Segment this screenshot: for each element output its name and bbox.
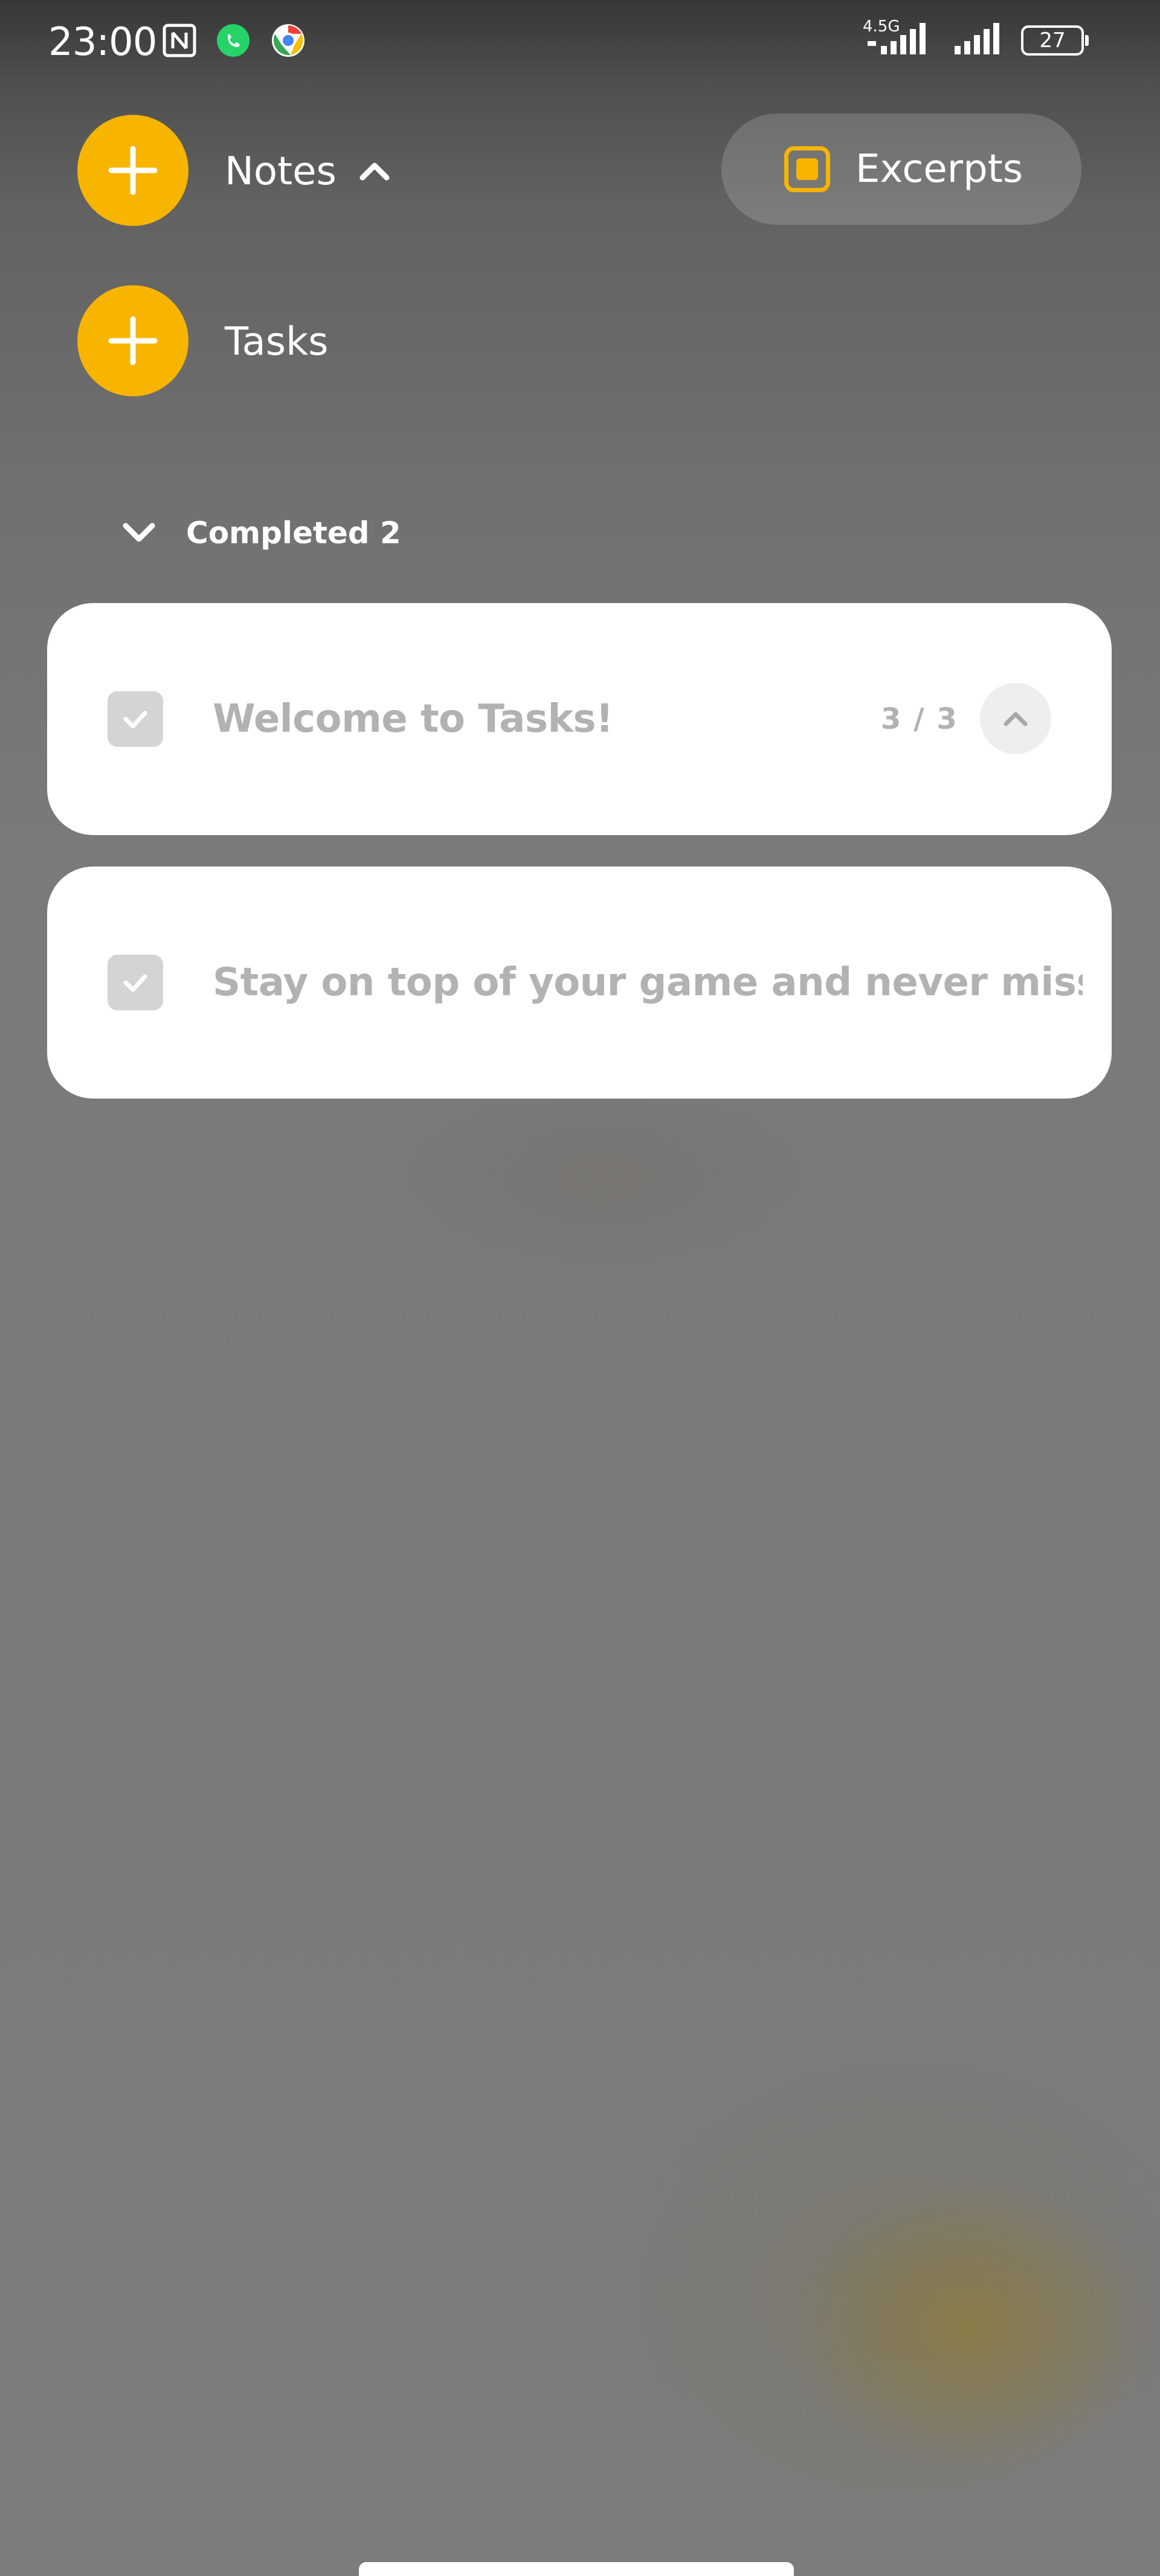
chevron-down-icon xyxy=(123,523,155,542)
tasks-label[interactable]: Tasks xyxy=(225,318,328,366)
nfc-icon xyxy=(163,24,196,57)
task-card[interactable]: Stay on top of your game and never miss … xyxy=(47,867,1112,1099)
status-bar: 23:00 4.5G 27 xyxy=(0,0,1160,85)
add-task-button[interactable] xyxy=(77,285,188,396)
task-title: Stay on top of your game and never miss … xyxy=(213,960,1083,1005)
task-checkbox[interactable] xyxy=(108,955,163,1010)
excerpts-button[interactable]: Excerpts xyxy=(721,114,1081,225)
collapse-subtasks-button[interactable] xyxy=(980,683,1051,754)
task-title: Welcome to Tasks! xyxy=(213,697,613,741)
screen: 23:00 4.5G 27 Notes Excerpts Tasks Compl… xyxy=(0,0,1160,2576)
task-checkbox[interactable] xyxy=(108,691,163,747)
home-indicator[interactable] xyxy=(359,2562,794,2576)
signal-icon xyxy=(955,23,999,54)
status-time: 23:00 xyxy=(48,20,157,65)
excerpts-icon-fill xyxy=(796,158,818,180)
notes-label[interactable]: Notes xyxy=(225,147,337,196)
add-note-button[interactable] xyxy=(77,115,188,226)
plus-icon xyxy=(108,316,158,366)
completed-count-label: Completed 2 xyxy=(186,515,401,550)
subtask-progress: 3 / 3 xyxy=(881,702,958,736)
chevron-up-icon xyxy=(1004,712,1028,726)
check-icon xyxy=(123,711,147,729)
signal-icon xyxy=(868,23,926,54)
excerpts-label: Excerpts xyxy=(856,147,1023,192)
check-icon xyxy=(123,974,147,992)
task-card[interactable]: Welcome to Tasks! 3 / 3 xyxy=(47,603,1112,835)
excerpts-icon xyxy=(784,146,830,192)
whatsapp-icon xyxy=(217,24,250,57)
chevron-up-icon[interactable] xyxy=(358,155,392,189)
battery-level: 27 xyxy=(1039,28,1066,53)
chrome-icon xyxy=(272,24,304,57)
battery-icon: 27 xyxy=(1021,25,1089,56)
plus-icon xyxy=(108,146,158,195)
battery-tip xyxy=(1085,35,1089,46)
